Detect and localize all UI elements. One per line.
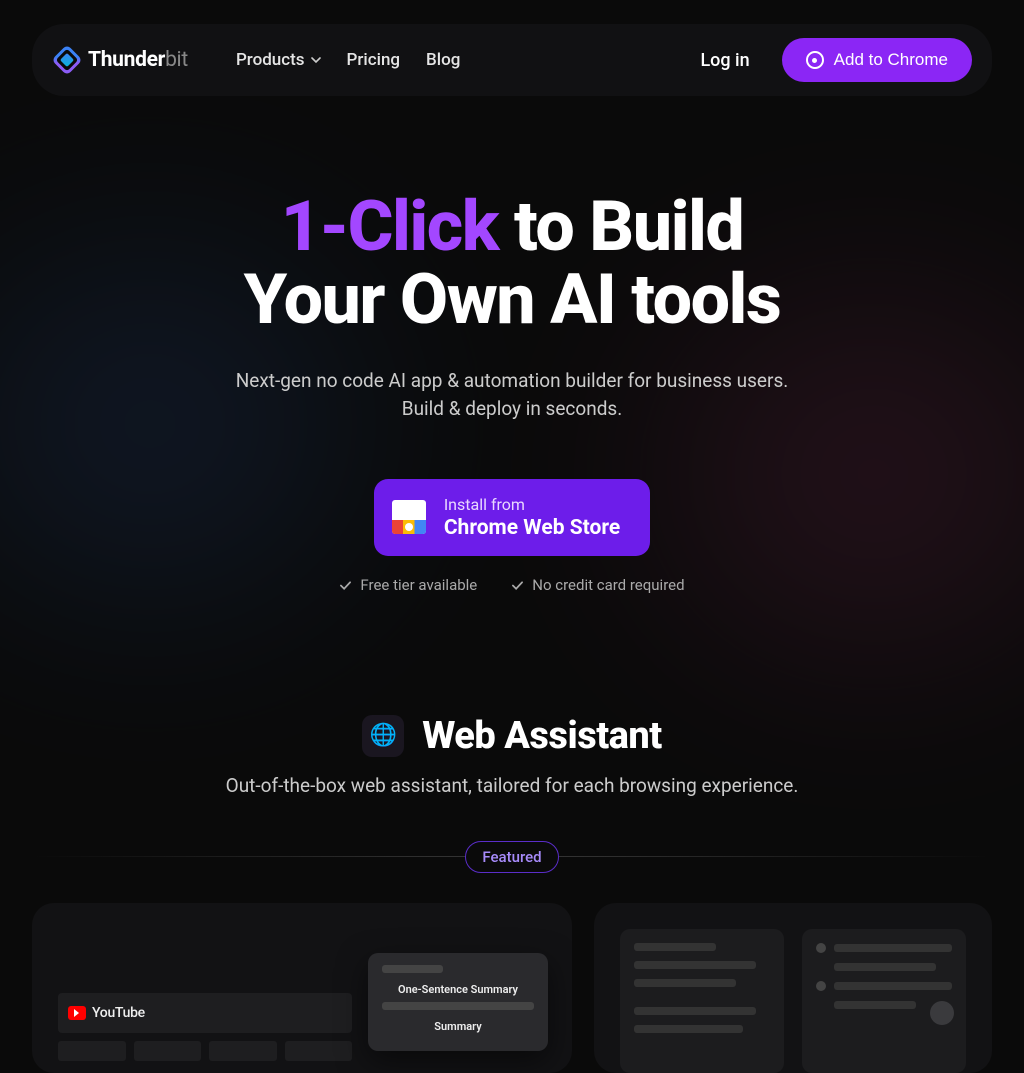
- feature-card-youtube[interactable]: YouTube One-Sentence Summary Summary: [32, 903, 572, 1073]
- featured-pill: Featured: [465, 841, 558, 873]
- hero-section: 1-Click to Build Your Own AI tools Next-…: [0, 191, 1024, 594]
- youtube-label: YouTube: [92, 1005, 145, 1021]
- perk-no-card: No credit card required: [511, 576, 684, 594]
- youtube-play-icon: [68, 1006, 86, 1020]
- featured-divider: Featured: [32, 841, 992, 873]
- summary-overlay-panel: One-Sentence Summary Summary: [368, 953, 548, 1051]
- youtube-mock-tabs: [58, 1041, 352, 1061]
- main-nav: Products Pricing Blog: [236, 50, 460, 70]
- mock-column-left: [620, 929, 784, 1073]
- check-icon: [511, 578, 524, 591]
- chrome-web-store-icon: [392, 500, 426, 534]
- install-label-small: Install from: [444, 495, 620, 514]
- overlay-heading-one-sentence: One-Sentence Summary: [382, 983, 534, 996]
- hero-subtitle: Next-gen no code AI app & automation bui…: [40, 367, 984, 424]
- chrome-icon: [806, 51, 824, 69]
- perks-row: Free tier available No credit card requi…: [40, 576, 984, 594]
- section-title: Web Assistant: [422, 714, 662, 758]
- compare-mock: [620, 929, 966, 1073]
- header-bar: Thunderbit Products Pricing Blog Log in …: [32, 24, 992, 96]
- check-icon: [339, 578, 352, 591]
- section-subtitle: Out-of-the-box web assistant, tailored f…: [32, 774, 992, 797]
- perk-free-tier: Free tier available: [339, 576, 477, 594]
- nav-blog[interactable]: Blog: [426, 50, 460, 70]
- overlay-heading-summary: Summary: [382, 1020, 534, 1033]
- feature-cards: YouTube One-Sentence Summary Summary: [32, 903, 992, 1073]
- youtube-mock-bar: YouTube: [58, 993, 352, 1033]
- nav-pricing[interactable]: Pricing: [347, 50, 401, 70]
- logo-text: Thunderbit: [88, 48, 188, 72]
- globe-icon: 🌐: [362, 715, 404, 757]
- chevron-down-icon: [311, 55, 321, 65]
- hero-title: 1-Click to Build Your Own AI tools: [40, 191, 984, 337]
- mock-column-right: [802, 929, 966, 1073]
- web-assistant-section: 🌐 Web Assistant Out-of-the-box web assis…: [0, 714, 1024, 1073]
- add-to-chrome-button[interactable]: Add to Chrome: [782, 38, 972, 82]
- thunderbit-logo-icon: [51, 44, 82, 75]
- logo[interactable]: Thunderbit: [56, 48, 188, 72]
- nav-products[interactable]: Products: [236, 50, 321, 70]
- login-link[interactable]: Log in: [700, 50, 749, 71]
- avatar-placeholder-icon: [930, 1001, 954, 1025]
- install-label-big: Chrome Web Store: [444, 516, 620, 540]
- install-chrome-button[interactable]: Install from Chrome Web Store: [374, 479, 650, 556]
- feature-card-compare[interactable]: [594, 903, 992, 1073]
